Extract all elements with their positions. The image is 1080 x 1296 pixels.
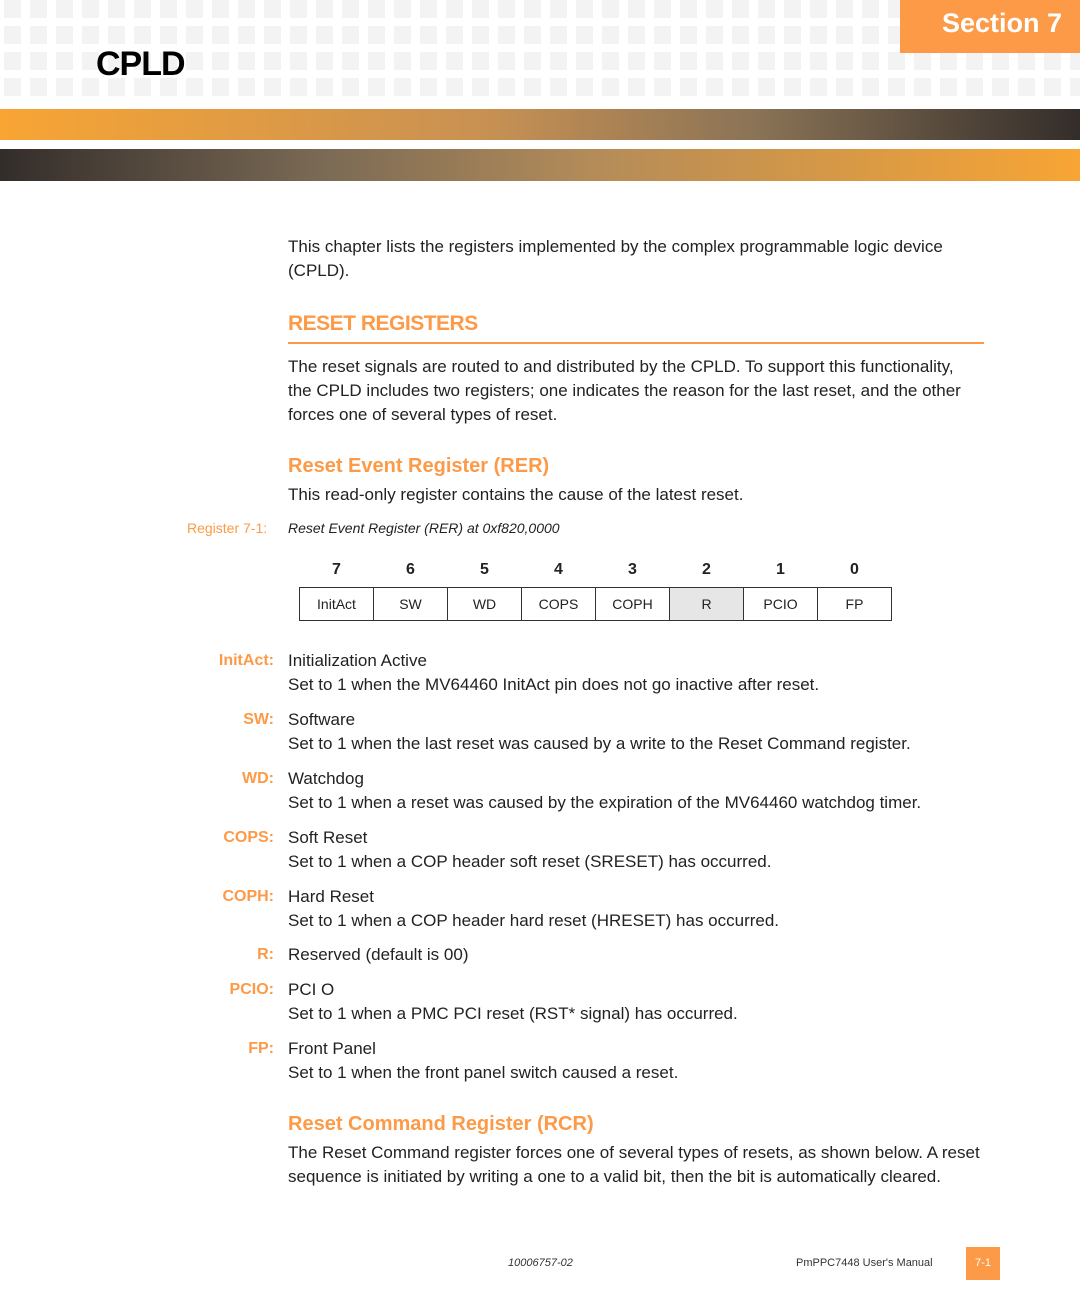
field-name: Reserved (default is 00) bbox=[288, 945, 469, 964]
bit-field: SW bbox=[373, 587, 448, 621]
section-heading-reset-registers: RESET REGISTERS bbox=[288, 312, 478, 335]
field-term: FP: bbox=[248, 1040, 274, 1057]
bit-field: COPH bbox=[595, 587, 670, 621]
bit-number: 1 bbox=[776, 561, 785, 578]
reset-registers-paragraph: The reset signals are routed to and dist… bbox=[288, 357, 961, 424]
field-name: PCI O bbox=[288, 980, 335, 999]
field-name: Front Panel bbox=[288, 1039, 376, 1058]
field-name: Software bbox=[288, 710, 356, 729]
footer-page-number: 7-1 bbox=[966, 1247, 1000, 1280]
bit-number: 4 bbox=[554, 561, 563, 578]
field-description: Set to 1 when the MV64460 InitAct pin do… bbox=[288, 675, 820, 694]
bit-field: WD bbox=[447, 587, 522, 621]
bit-field: COPS bbox=[521, 587, 596, 621]
heading-rule bbox=[288, 342, 984, 344]
bit-number: 7 bbox=[332, 561, 341, 578]
footer-doc-number: 10006757-02 bbox=[508, 1257, 573, 1269]
field-name: Hard Reset bbox=[288, 887, 374, 906]
rer-paragraph: This read-only register contains the cau… bbox=[288, 485, 744, 504]
register-caption-text: Reset Event Register (RER) at 0xf820,000… bbox=[288, 520, 560, 536]
register-bit-table: 7 6 5 4 3 2 1 0 InitAct SW WD COPS COPH … bbox=[299, 559, 892, 621]
rcr-paragraph: The Reset Command register forces one of… bbox=[288, 1143, 980, 1186]
field-term: COPH: bbox=[222, 888, 274, 905]
field-term: PCIO: bbox=[229, 981, 274, 998]
bit-field-reserved: R bbox=[669, 587, 744, 621]
bit-number: 6 bbox=[406, 561, 415, 578]
bit-field-row: InitAct SW WD COPS COPH R PCIO FP bbox=[299, 587, 892, 621]
bit-field: PCIO bbox=[743, 587, 818, 621]
field-name: Initialization Active bbox=[288, 651, 427, 670]
bit-number: 5 bbox=[480, 561, 489, 578]
field-term: COPS: bbox=[223, 829, 274, 846]
field-description: Set to 1 when a COP header soft reset (S… bbox=[288, 852, 772, 871]
rcr-heading: Reset Command Register (RCR) bbox=[288, 1113, 594, 1135]
field-description: Set to 1 when a PMC PCI reset (RST* sign… bbox=[288, 1004, 738, 1023]
field-name: Soft Reset bbox=[288, 828, 368, 847]
bit-number-row: 7 6 5 4 3 2 1 0 bbox=[300, 559, 892, 588]
footer-manual-title: PmPPC7448 User's Manual bbox=[796, 1257, 933, 1269]
field-description: Set to 1 when a reset was caused by the … bbox=[288, 793, 922, 812]
bit-field: InitAct bbox=[299, 587, 374, 621]
bit-number: 2 bbox=[702, 561, 711, 578]
chapter-title: CPLD bbox=[96, 45, 186, 83]
field-description: Set to 1 when a COP header hard reset (H… bbox=[288, 911, 780, 930]
bit-field: FP bbox=[817, 587, 892, 621]
bit-number: 0 bbox=[850, 561, 859, 578]
register-caption-label: Register 7-1: bbox=[187, 520, 268, 536]
section-label: Section 7 bbox=[941, 8, 1062, 38]
bit-number: 3 bbox=[628, 561, 637, 578]
header-bar-top bbox=[0, 109, 1080, 140]
field-term: InitAct: bbox=[218, 652, 274, 669]
field-term: R: bbox=[257, 946, 274, 963]
intro-paragraph: This chapter lists the registers impleme… bbox=[288, 237, 943, 280]
field-term: SW: bbox=[243, 711, 274, 728]
field-description: Set to 1 when the front panel switch cau… bbox=[288, 1063, 679, 1082]
field-name: Watchdog bbox=[288, 769, 364, 788]
rer-heading: Reset Event Register (RER) bbox=[288, 455, 550, 477]
header-bar-bottom bbox=[0, 149, 1080, 181]
section-tab: Section 7 bbox=[900, 0, 1080, 53]
field-description: Set to 1 when the last reset was caused … bbox=[288, 734, 911, 753]
field-term: WD: bbox=[242, 770, 274, 787]
